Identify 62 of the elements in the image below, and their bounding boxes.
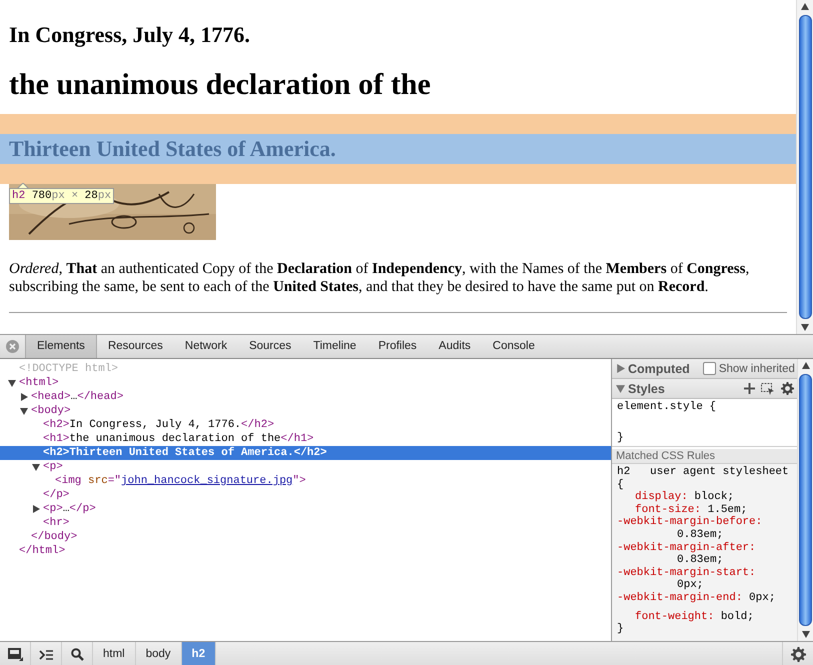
heading: the unanimous declaration of the	[9, 67, 432, 102]
heading: In Congress, July 4, 1776.	[9, 21, 252, 48]
settings-icon[interactable]	[781, 382, 794, 395]
css-declaration[interactable]: font-size: 1.5em;	[617, 504, 792, 516]
expanded-triangle-icon[interactable]	[20, 407, 28, 415]
scrollbar-thumb[interactable]	[799, 374, 812, 626]
section-header: Matched CSS Rules	[612, 449, 797, 464]
collapsed-triangle-icon[interactable]	[32, 505, 40, 513]
dom-node[interactable]: <h2>Thirteen United States of America.</h2>	[0, 446, 611, 460]
scroll-down-arrow-icon[interactable]	[802, 631, 810, 638]
tab[interactable]: Console	[482, 335, 546, 358]
dock-icon[interactable]	[8, 648, 22, 661]
section-title: Computed	[628, 362, 690, 376]
dom-node[interactable]: <p>…</p>	[0, 502, 611, 516]
scrollbar-thumb[interactable]	[798, 15, 812, 319]
css-brace: {	[617, 478, 625, 492]
element-picker-icon[interactable]	[761, 382, 775, 394]
section-title: Styles	[628, 382, 665, 396]
dom-node[interactable]: </p>	[0, 488, 611, 502]
dom-node[interactable]: <img src="john_hancock_signature.jpg">	[0, 474, 611, 488]
collapsed-triangle-icon[interactable]	[20, 393, 28, 401]
dom-node[interactable]: <html>	[0, 376, 611, 390]
css-brace: }	[617, 623, 625, 636]
css-declaration[interactable]: -webkit-margin-before: 0.83em;	[617, 516, 792, 542]
tab[interactable]: Timeline	[302, 335, 368, 358]
scroll-up-arrow-icon[interactable]	[801, 3, 809, 10]
expanded-triangle-icon[interactable]	[32, 463, 40, 471]
expanded-triangle-icon[interactable]	[8, 379, 16, 387]
dom-node[interactable]: </html>	[0, 544, 611, 558]
heading: Thirteen United States of America.	[0, 134, 796, 164]
tab[interactable]: Profiles	[367, 335, 428, 358]
tab[interactable]: Audits	[428, 335, 482, 358]
checkbox-label: Show inherited	[718, 362, 795, 374]
breadcrumb[interactable]: html	[93, 642, 136, 665]
stylesheet-source: user agent stylesheet	[650, 466, 789, 478]
checkbox[interactable]	[702, 362, 716, 375]
css-declaration[interactable]: -webkit-margin-end: 0px;	[617, 592, 792, 605]
dom-node[interactable]: <body>	[0, 404, 611, 418]
dom-node[interactable]: </body>	[0, 530, 611, 544]
css-selector: element.style {	[617, 401, 718, 413]
tab[interactable]: Resources	[96, 335, 174, 358]
console-icon[interactable]	[39, 650, 53, 660]
css-selector: h2	[617, 466, 630, 478]
dom-node[interactable]: <h2>In Congress, July 4, 1776.</h2>	[0, 418, 611, 432]
search-icon[interactable]	[70, 648, 84, 661]
dom-node[interactable]: <head>…</head>	[0, 390, 611, 404]
dom-node[interactable]: <h1>the unanimous declaration of the</h1>	[0, 432, 611, 446]
settings-icon[interactable]	[790, 647, 806, 662]
tab[interactable]: Network	[174, 335, 238, 358]
tab[interactable]: Sources	[238, 335, 302, 358]
scroll-down-arrow-icon[interactable]	[801, 324, 809, 331]
css-declaration[interactable]: -webkit-margin-start: 0px;	[617, 566, 792, 592]
dom-node[interactable]: <hr>	[0, 516, 611, 530]
css-brace: }	[617, 432, 625, 444]
plus-icon[interactable]	[744, 383, 755, 394]
dom-node[interactable]: <p>	[0, 460, 611, 474]
scroll-up-arrow-icon[interactable]	[802, 362, 810, 369]
css-declaration[interactable]: -webkit-margin-after: 0.83em;	[617, 542, 792, 567]
css-declaration[interactable]: display: block;	[617, 491, 792, 504]
css-declaration[interactable]: font-weight: bold;	[617, 610, 792, 624]
paragraph: Ordered, That an authenticated Copy of the Declaration of Independency, with the Names of the Members of Congress, subscribing the same, be sent to each of the United States, and that they be desired to have the same put on Record.	[9, 260, 750, 296]
tab[interactable]: Elements	[25, 335, 97, 358]
